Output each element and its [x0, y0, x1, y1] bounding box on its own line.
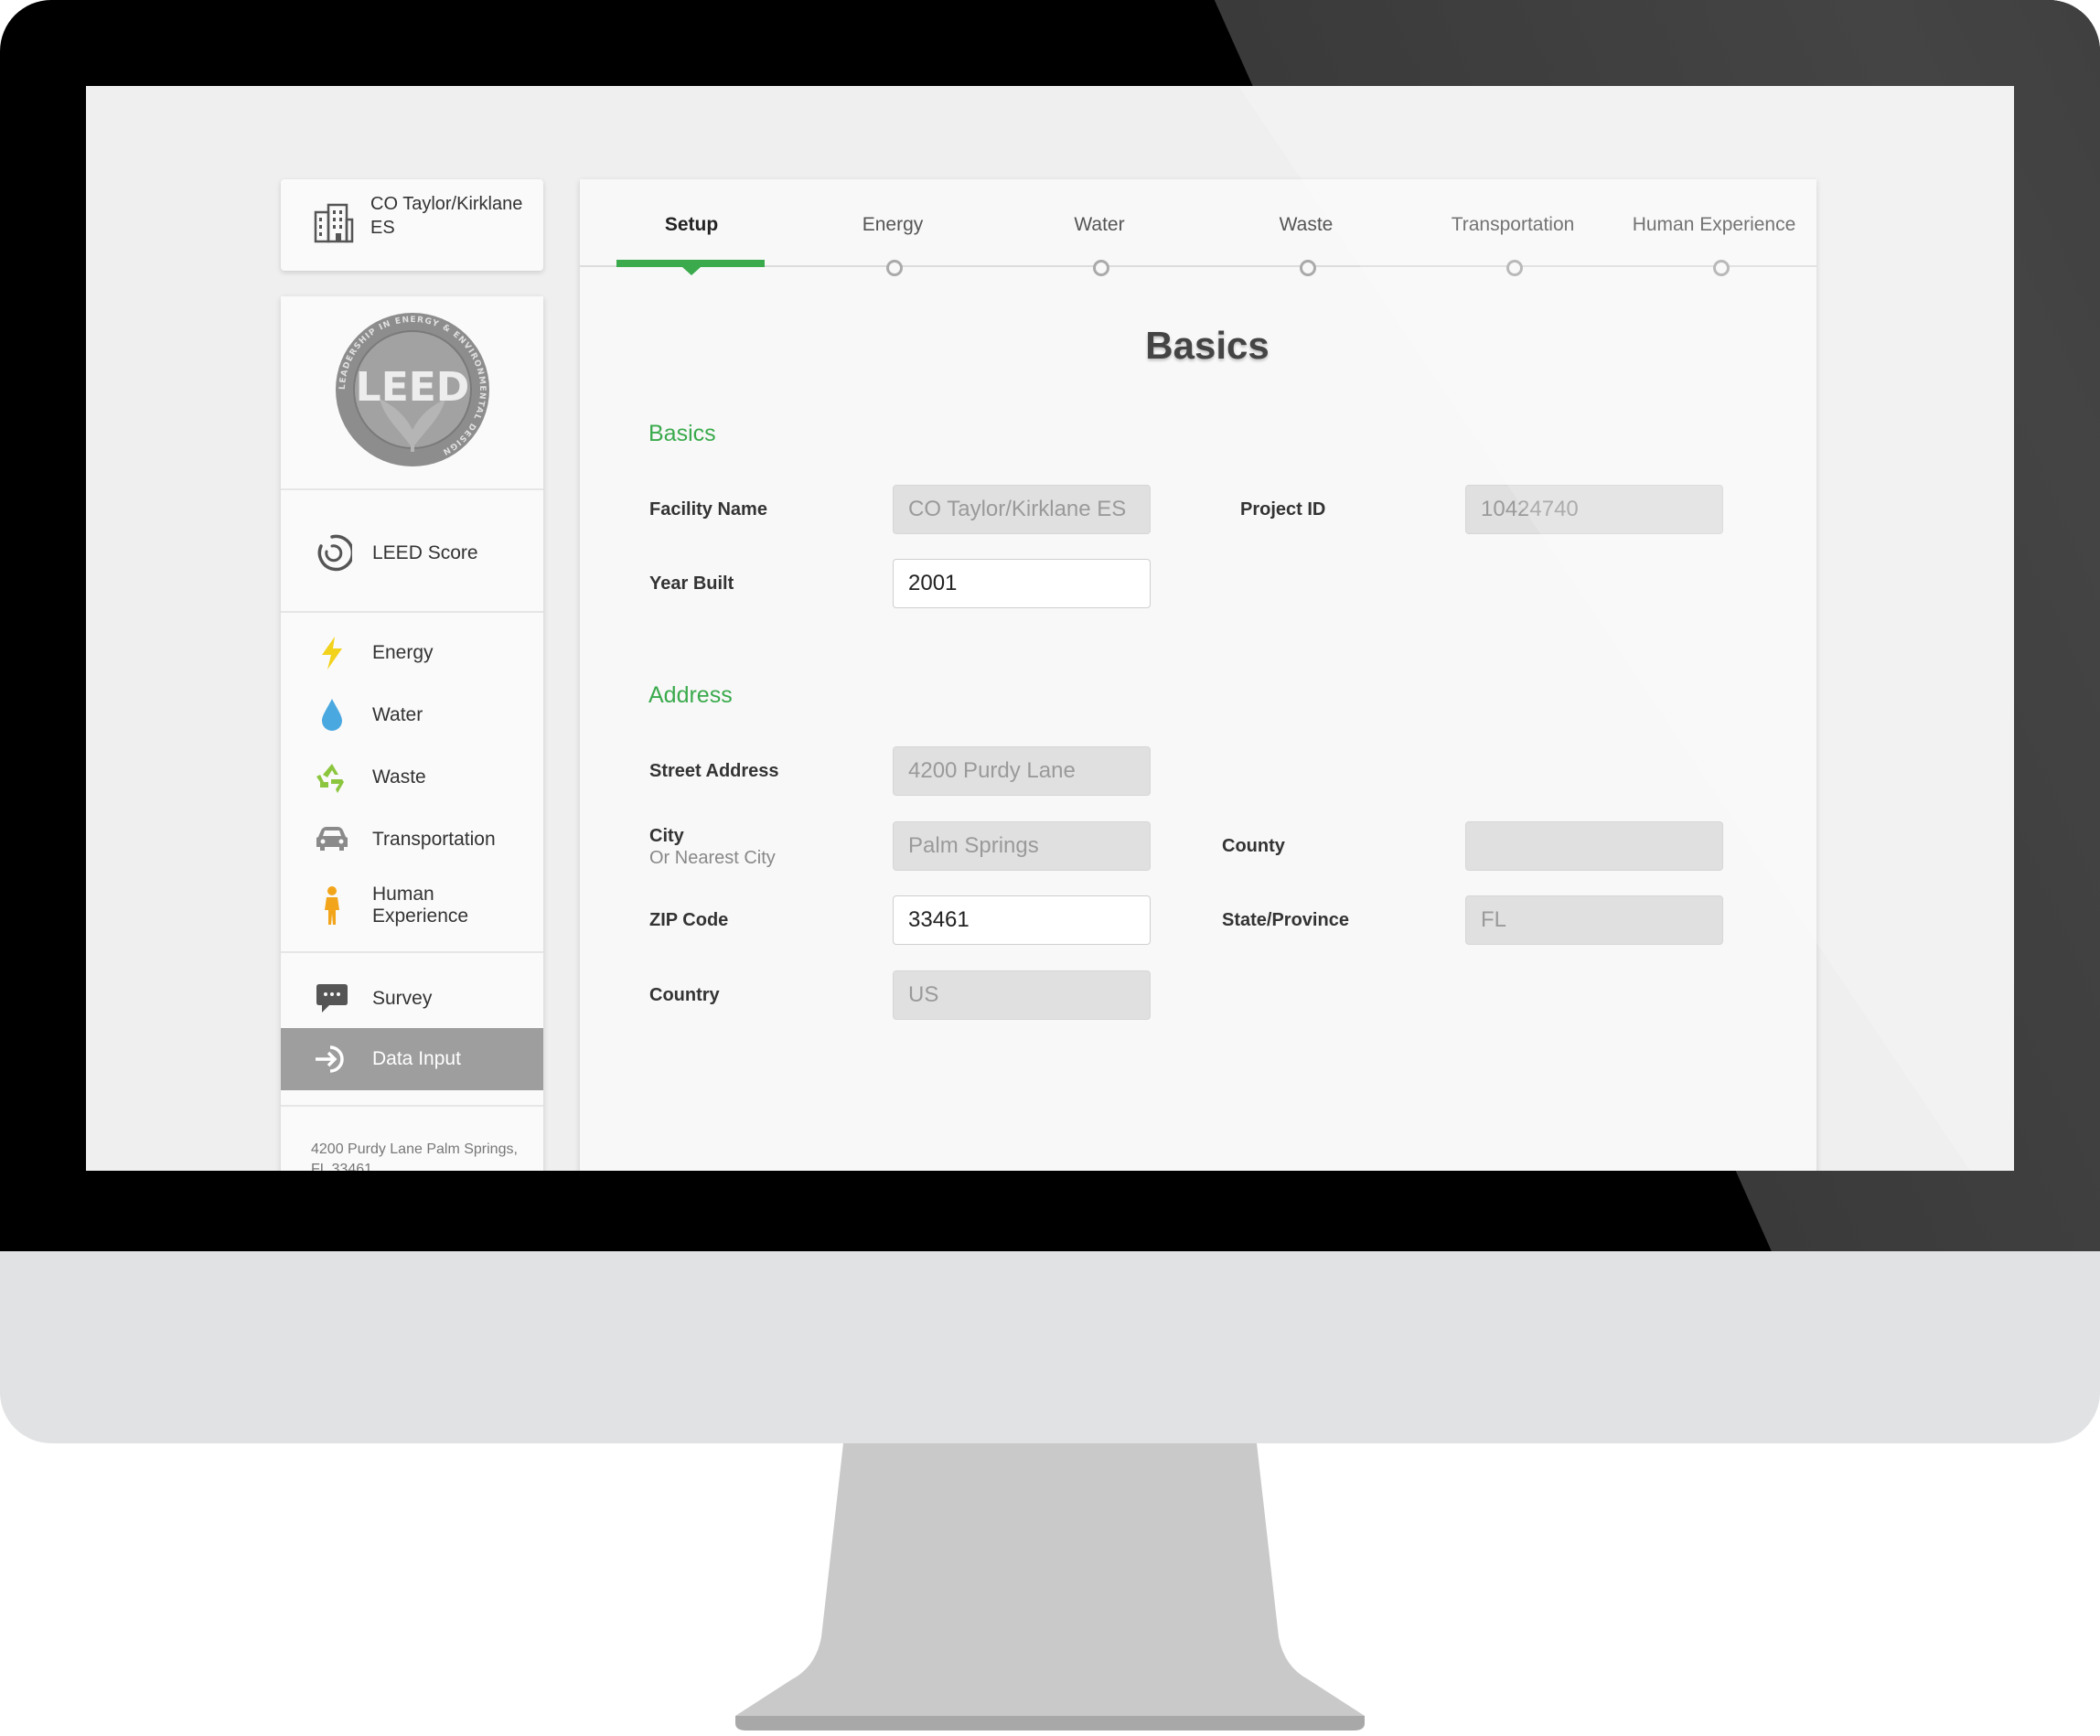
sign-in-icon [312, 1039, 352, 1079]
sidebar-item-survey[interactable]: Survey [281, 970, 543, 1028]
car-icon [312, 820, 352, 860]
sidebar-item-label: Energy [372, 642, 434, 663]
sidebar-item-label: Survey [372, 988, 433, 1009]
sidebar-item-water[interactable]: Water [281, 686, 543, 745]
tab-setup[interactable]: Setup [627, 214, 755, 241]
sidebar-item-label: Waste [372, 766, 426, 788]
sidebar-item-leed-score[interactable]: LEED Score [281, 520, 543, 587]
building-icon [314, 203, 354, 243]
sidebar-divider [281, 488, 543, 490]
sidebar-item-label: LEED Score [372, 542, 478, 563]
leed-logo: LEADERSHIP IN ENERGY & ENVIRONMENTAL DES… [336, 313, 489, 466]
city-label: City [649, 826, 684, 846]
section-title-basics: Basics [648, 421, 716, 446]
project-name: CO Taylor/Kirklane ES [370, 194, 523, 238]
screen: CO Taylor/Kirklane ES LEADERSHIP IN ENER… [86, 86, 2014, 1171]
project-id-field[interactable] [1465, 485, 1723, 534]
tab-transportation[interactable]: Transportation [1430, 214, 1595, 241]
county-label: County [1222, 836, 1285, 856]
project-id-label: Project ID [1240, 499, 1326, 520]
water-drop-icon [312, 695, 352, 735]
tab-waste[interactable]: Waste [1242, 214, 1370, 241]
county-field[interactable] [1465, 821, 1723, 871]
project-card[interactable]: CO Taylor/Kirklane ES [281, 179, 543, 271]
city-field[interactable] [893, 821, 1151, 871]
sidebar-item-waste[interactable]: Waste [281, 748, 543, 807]
page-title: Basics [1145, 324, 1270, 367]
sidebar-item-label: Transportation [372, 829, 496, 850]
state-province-field[interactable] [1465, 895, 1723, 945]
sidebar-item-transportation[interactable]: Transportation [281, 810, 543, 869]
year-built-label: Year Built [649, 573, 734, 594]
project-address: 4200 Purdy Lane Palm Springs, FL 33461 [311, 1141, 518, 1171]
lightning-icon [312, 633, 352, 673]
setup-tabs: Setup Energy Water Waste Transportation … [580, 179, 1816, 276]
active-tab-caret [682, 267, 701, 275]
country-field[interactable] [893, 970, 1151, 1020]
facility-name-label: Facility Name [649, 499, 767, 520]
tab-energy[interactable]: Energy [829, 214, 957, 241]
tab-step-dot [1713, 260, 1730, 276]
state-province-label: State/Province [1222, 910, 1349, 930]
country-label: Country [649, 985, 720, 1005]
sidebar-item-label: Data Input [372, 1048, 461, 1069]
tab-step-dot [886, 260, 903, 276]
sidebar-item-human-experience[interactable]: Human Experience [281, 873, 543, 938]
sidebar: LEADERSHIP IN ENERGY & ENVIRONMENTAL DES… [281, 296, 543, 1171]
score-gauge-icon [312, 533, 352, 573]
tabs-track [580, 265, 1816, 267]
sidebar-item-label: Water [372, 704, 423, 725]
sidebar-divider [281, 951, 543, 953]
tab-water[interactable]: Water [1035, 214, 1163, 241]
sidebar-item-energy[interactable]: Energy [281, 624, 543, 682]
sidebar-divider [281, 1105, 543, 1107]
city-sublabel: Or Nearest City [649, 848, 776, 868]
sidebar-divider [281, 611, 543, 613]
street-address-field[interactable] [893, 746, 1151, 796]
tab-step-dot [1093, 260, 1109, 276]
speech-bubble-icon [312, 979, 352, 1019]
zip-code-field[interactable] [893, 895, 1151, 945]
recycle-icon [312, 757, 352, 798]
tab-step-dot [1506, 260, 1523, 276]
sidebar-item-label: Human Experience [372, 884, 469, 927]
zip-code-label: ZIP Code [649, 910, 729, 930]
street-address-label: Street Address [649, 761, 779, 781]
active-tab-indicator [616, 260, 765, 267]
tab-step-dot [1300, 260, 1316, 276]
svg-text:LEED: LEED [356, 364, 470, 411]
year-built-field[interactable] [893, 559, 1151, 608]
person-icon [312, 885, 352, 926]
tab-human-experience[interactable]: Human Experience [1613, 214, 1815, 241]
sidebar-item-data-input[interactable]: Data Input [281, 1028, 543, 1090]
main-panel: Setup Energy Water Waste Transportation … [580, 179, 1816, 1171]
section-title-address: Address [648, 682, 733, 708]
facility-name-field[interactable] [893, 485, 1151, 534]
